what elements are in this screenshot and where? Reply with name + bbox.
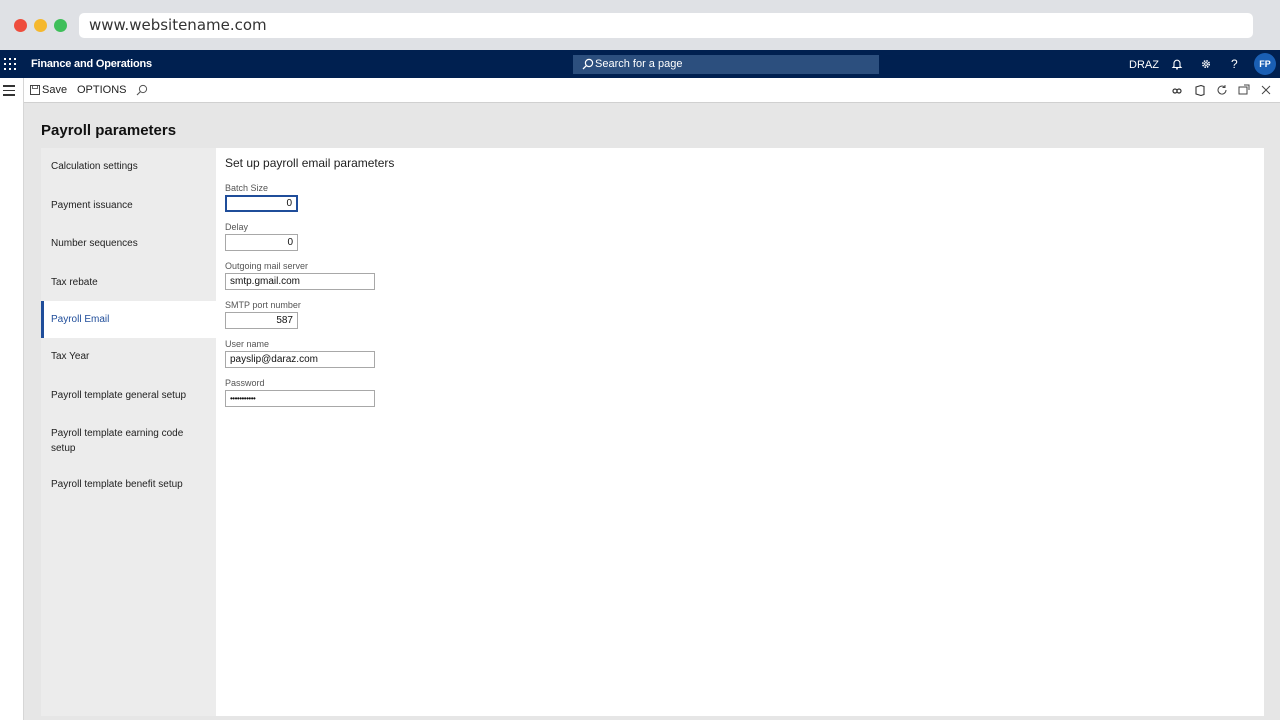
page-title: Payroll parameters (41, 122, 177, 139)
smtp-port-label: SMTP port number (225, 300, 301, 310)
close-icon[interactable] (1261, 85, 1271, 95)
user-name-field[interactable]: payslip@daraz.com (225, 351, 375, 368)
payroll-email-panel: Set up payroll email parameters Batch Si… (216, 148, 1264, 716)
browser-toolbar: www.websitename.com (0, 0, 1280, 50)
mail-server-label: Outgoing mail server (225, 261, 309, 271)
user-name-label: User name (225, 339, 270, 349)
options-tab[interactable]: OPTIONS (77, 78, 127, 103)
tab-payroll-email[interactable]: Payroll Email (41, 301, 216, 338)
tab-number-sequences[interactable]: Number sequences (41, 236, 216, 251)
password-label: Password (225, 378, 265, 388)
save-icon (30, 85, 40, 95)
link-icon[interactable] (1172, 86, 1182, 96)
tab-payroll-template-benefit-setup[interactable]: Payroll template benefit setup (41, 477, 216, 492)
save-button[interactable]: Save (42, 78, 67, 103)
delay-field[interactable]: 0 (225, 234, 298, 251)
maximize-window-dot[interactable] (54, 19, 67, 32)
tab-payroll-template-general-setup[interactable]: Payroll template general setup (41, 388, 216, 403)
minimize-window-dot[interactable] (34, 19, 47, 32)
office-icon[interactable] (1195, 85, 1205, 96)
password-field[interactable]: ••••••••••• (225, 390, 375, 407)
parameters-tab-list: Calculation settings Payment issuance Nu… (41, 148, 216, 716)
refresh-icon[interactable] (1216, 84, 1228, 96)
avatar[interactable]: FP (1254, 53, 1276, 75)
address-bar[interactable]: www.websitename.com (79, 13, 1253, 38)
app-launcher-icon[interactable] (4, 58, 16, 70)
action-pane: Save OPTIONS (24, 78, 1280, 103)
gear-icon[interactable] (1200, 58, 1212, 70)
app-navbar: Finance and Operations Search for a page… (0, 50, 1280, 78)
search-placeholder: Search for a page (595, 58, 683, 70)
page-search-input[interactable]: Search for a page (573, 55, 879, 74)
tab-payroll-template-earning-code-setup[interactable]: Payroll template earning code setup (41, 426, 191, 456)
tab-tax-year[interactable]: Tax Year (41, 349, 216, 364)
smtp-port-field[interactable]: 587 (225, 312, 298, 329)
search-icon[interactable] (136, 84, 148, 96)
tab-tax-rebate[interactable]: Tax rebate (41, 275, 216, 290)
delay-label: Delay (225, 222, 249, 232)
mail-server-field[interactable]: smtp.gmail.com (225, 273, 375, 290)
section-title: Set up payroll email parameters (225, 156, 395, 170)
company-picker[interactable]: DRAZ (1129, 50, 1159, 80)
batch-size-field[interactable]: 0 (225, 195, 298, 212)
close-window-dot[interactable] (14, 19, 27, 32)
navigation-pane-strip (0, 78, 24, 720)
batch-size-label: Batch Size (225, 183, 269, 193)
hamburger-menu-icon[interactable] (3, 85, 15, 99)
open-new-window-icon[interactable] (1238, 84, 1250, 96)
tab-payment-issuance[interactable]: Payment issuance (41, 198, 216, 213)
bell-icon[interactable] (1171, 58, 1183, 70)
app-title[interactable]: Finance and Operations (31, 50, 152, 78)
search-icon (582, 58, 594, 70)
help-icon[interactable]: ? (1231, 50, 1238, 78)
tab-calculation-settings[interactable]: Calculation settings (41, 159, 216, 174)
